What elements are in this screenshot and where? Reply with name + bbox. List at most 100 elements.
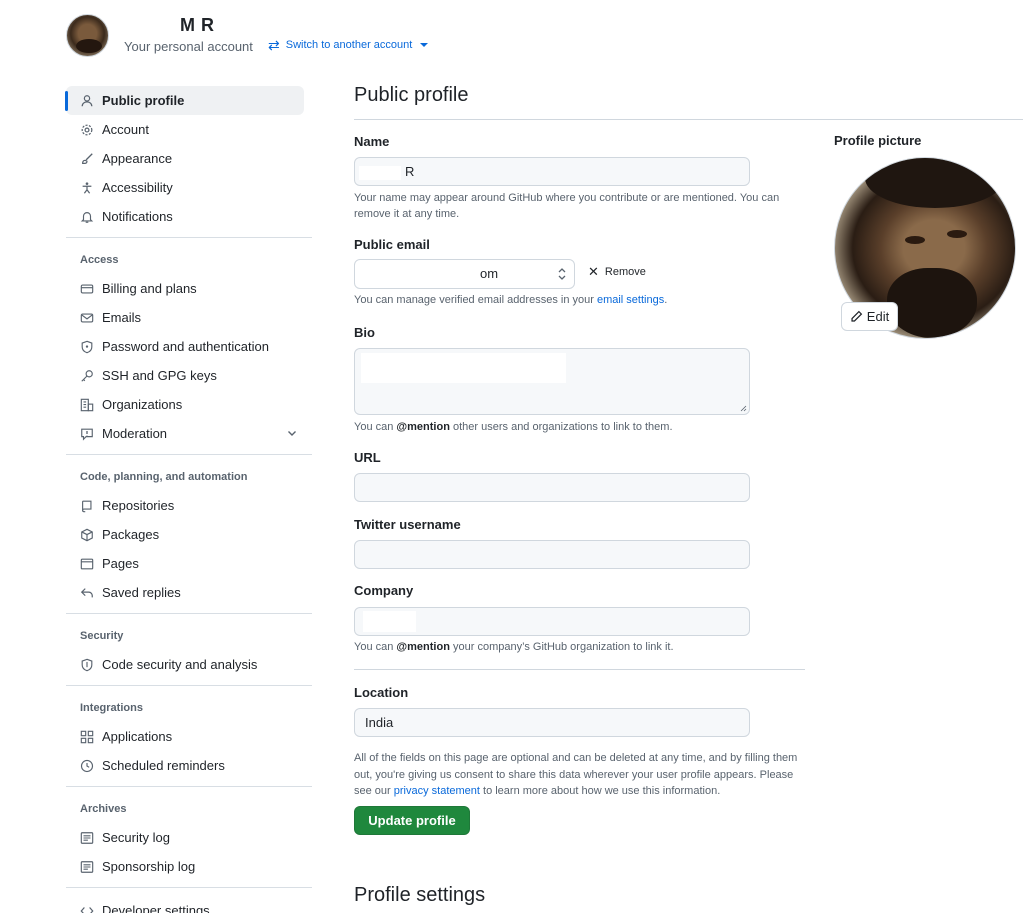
caret-down-icon (420, 43, 429, 47)
sidebar-item-pages[interactable]: Pages (66, 549, 312, 578)
sidebar-item-scheduled-reminders[interactable]: Scheduled reminders (66, 751, 312, 780)
sidebar-item-label: Billing and plans (102, 281, 197, 296)
sidebar-section-archives: Archives (80, 803, 127, 815)
sidebar-item-repositories[interactable]: Repositories (66, 491, 312, 520)
edit-label: Edit (866, 309, 890, 324)
bio-textarea[interactable] (354, 348, 750, 415)
sidebar-item-label: Security log (102, 830, 170, 845)
remove-email-button[interactable]: ✕ Remove (588, 264, 646, 280)
company-input[interactable] (354, 607, 750, 636)
sidebar-item-applications[interactable]: Applications (66, 722, 312, 751)
sidebar-item-label: Saved replies (102, 585, 181, 600)
select-arrows-icon (558, 268, 566, 280)
clock-icon (80, 759, 102, 773)
sidebar-section-access: Access (80, 254, 119, 266)
profile-photo-eye (947, 230, 967, 238)
update-profile-button[interactable]: Update profile (354, 806, 470, 835)
pencil-icon (851, 310, 863, 322)
sidebar-item-password[interactable]: Password and authentication (66, 332, 312, 361)
twitter-label: Twitter username (354, 517, 461, 532)
email-hint-text: You can manage verified email addresses … (354, 294, 597, 306)
sidebar-item-appearance[interactable]: Appearance (66, 144, 312, 173)
form-divider (354, 669, 805, 670)
edit-profile-picture-button[interactable]: Edit (841, 302, 898, 331)
sidebar-divider (66, 237, 312, 238)
sidebar-section-integrations: Integrations (80, 702, 143, 714)
sidebar-item-label: Code security and analysis (102, 657, 258, 672)
chevron-down-icon[interactable] (286, 427, 298, 439)
sidebar-item-account[interactable]: Account (66, 115, 312, 144)
sidebar-divider (66, 613, 312, 614)
report-icon (80, 427, 102, 441)
x-icon: ✕ (588, 264, 599, 279)
profile-photo-beard (887, 268, 977, 338)
account-name: M R (124, 15, 215, 36)
name-label: Name (354, 134, 390, 149)
profile-picture-label: Profile picture (834, 133, 922, 148)
sidebar-item-label: Public profile (102, 93, 185, 108)
shield-lock-icon (80, 340, 102, 354)
sidebar-item-label: Accessibility (102, 180, 173, 195)
privacy-note-suffix: to learn more about how we use this info… (479, 785, 721, 797)
sidebar-item-sponsorship-log[interactable]: Sponsorship log (66, 852, 312, 881)
sidebar-item-label: Emails (102, 310, 142, 325)
name-input-value: R (405, 164, 415, 179)
mention-text: @mention (396, 641, 450, 653)
code-icon (80, 904, 102, 913)
organization-icon (80, 398, 102, 412)
sidebar-item-ssh-gpg[interactable]: SSH and GPG keys (66, 361, 312, 390)
privacy-note: All of the fields on this page are optio… (354, 750, 809, 800)
bio-hint-suffix: other users and organizations to link to… (449, 421, 673, 433)
sidebar-item-packages[interactable]: Packages (66, 520, 312, 549)
privacy-statement-link[interactable]: privacy statement (394, 785, 480, 797)
account-avatar[interactable] (66, 14, 109, 57)
switch-account-link[interactable]: ⇄ Switch to another account (268, 37, 429, 53)
sidebar-item-label: Sponsorship log (102, 859, 196, 874)
url-label: URL (354, 450, 381, 465)
gear-icon (80, 123, 102, 137)
company-redaction (363, 611, 416, 632)
sidebar-item-label: Account (102, 122, 149, 137)
browser-icon (80, 557, 102, 571)
sidebar-item-notifications[interactable]: Notifications (66, 202, 312, 231)
resize-handle-icon[interactable] (740, 405, 747, 412)
sidebar-item-organizations[interactable]: Organizations (66, 390, 312, 419)
sidebar-item-developer-settings[interactable]: Developer settings (66, 896, 312, 913)
sidebar-item-label: Repositories (102, 498, 175, 513)
settings-sidebar: Public profile Account Appearance Access… (65, 86, 312, 913)
apps-icon (80, 730, 102, 744)
profile-settings-heading: Profile settings (354, 884, 486, 906)
sidebar-item-moderation[interactable]: Moderation (66, 419, 312, 448)
location-label: Location (354, 685, 409, 700)
bio-hint-text: You can (354, 421, 397, 433)
public-email-select[interactable]: om (354, 259, 575, 289)
shield-icon (80, 658, 102, 672)
sidebar-item-security-log[interactable]: Security log (66, 823, 312, 852)
arrow-switch-icon: ⇄ (268, 37, 280, 53)
email-settings-link[interactable]: email settings (597, 294, 664, 306)
sidebar-item-public-profile[interactable]: Public profile (65, 86, 304, 115)
sidebar-item-label: Packages (102, 527, 160, 542)
sidebar-item-code-security[interactable]: Code security and analysis (66, 650, 312, 679)
company-label: Company (354, 583, 414, 598)
sidebar-item-saved-replies[interactable]: Saved replies (66, 578, 312, 607)
location-input[interactable]: India (354, 708, 750, 737)
sidebar-item-emails[interactable]: Emails (66, 303, 312, 332)
paintbrush-icon (80, 152, 102, 166)
name-hint: Your name may appear around GitHub where… (354, 192, 780, 220)
company-hint-suffix: your company’s GitHub organization to li… (449, 641, 674, 653)
bio-hint: You can @mention other users and organiz… (354, 419, 804, 435)
name-input[interactable]: R (354, 157, 750, 186)
sidebar-divider (66, 786, 312, 787)
sidebar-item-label: Organizations (102, 397, 183, 412)
sidebar-item-billing[interactable]: Billing and plans (66, 274, 312, 303)
public-email-label: Public email (354, 237, 430, 252)
company-hint-text: You can (354, 641, 397, 653)
url-input[interactable] (354, 473, 750, 502)
twitter-input[interactable] (354, 540, 750, 569)
package-icon (80, 528, 102, 542)
email-hint-suffix: . (664, 294, 668, 306)
sidebar-item-accessibility[interactable]: Accessibility (66, 173, 312, 202)
bell-icon (80, 210, 102, 224)
log-icon (80, 831, 102, 845)
